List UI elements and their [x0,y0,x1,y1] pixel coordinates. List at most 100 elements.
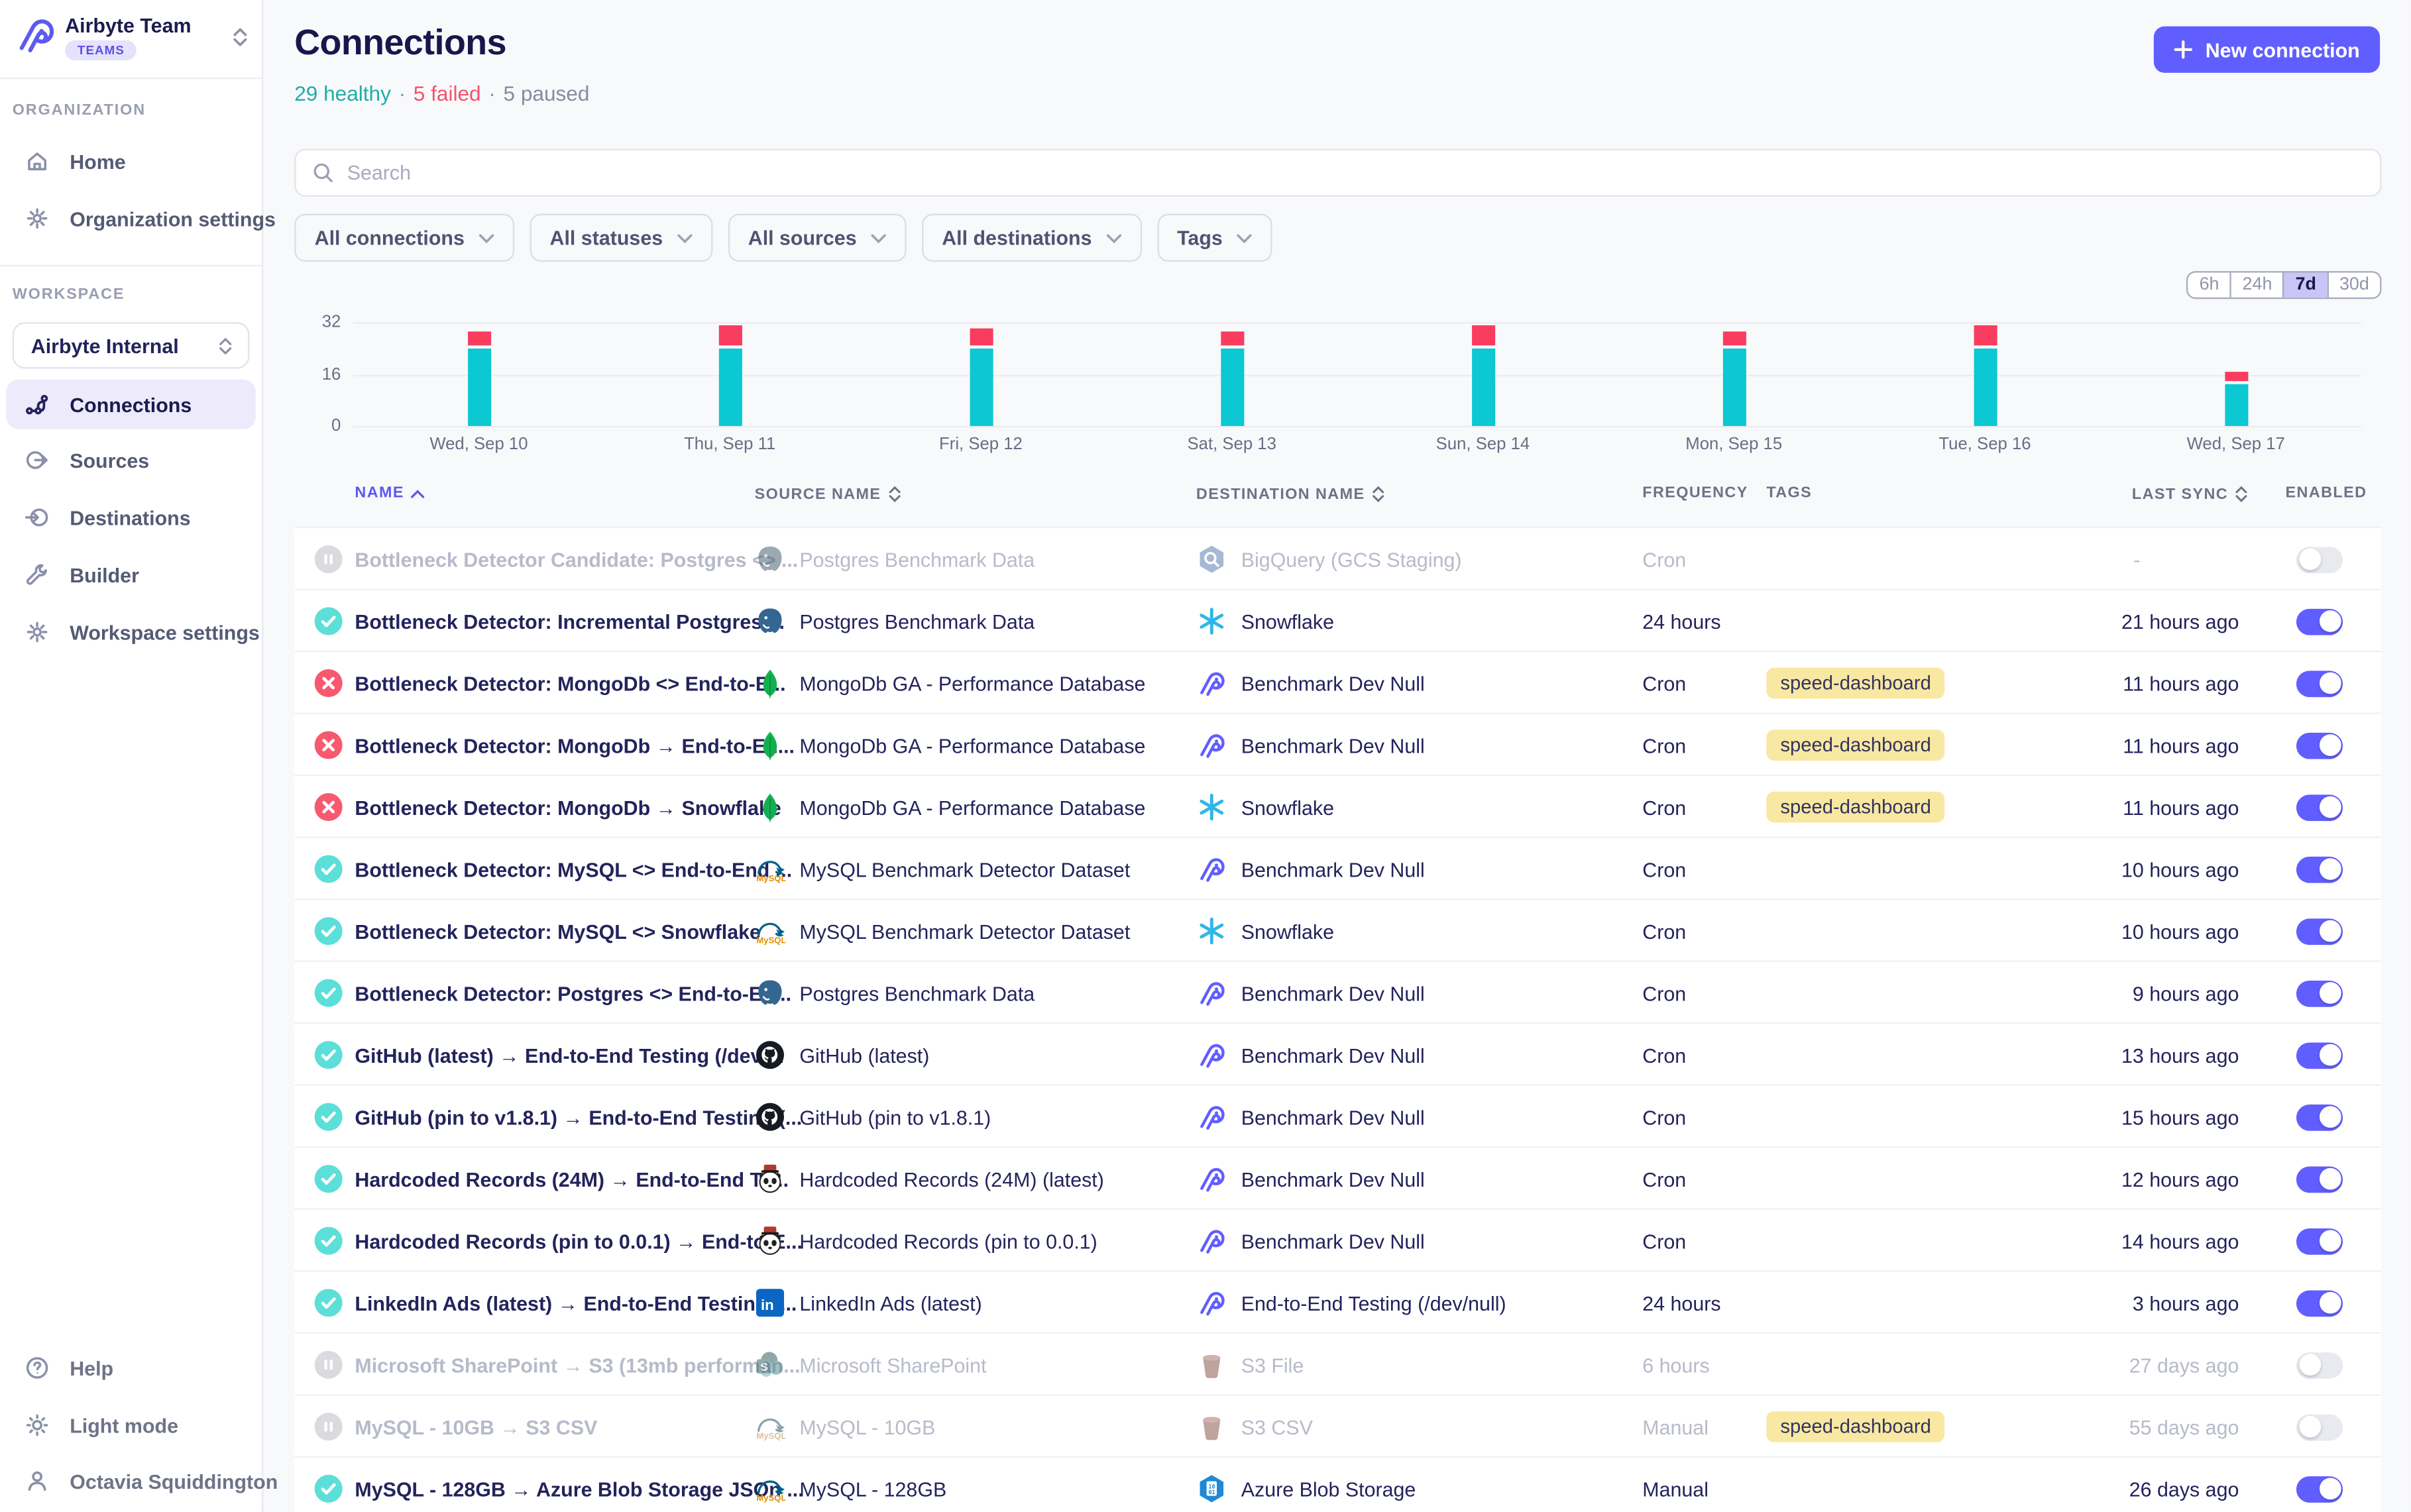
connection-name: LinkedIn Ads (latest) → End-to-End Testi… [355,1271,797,1334]
connection-name: Microsoft SharePoint → S3 (13mb performa… [355,1334,800,1396]
table-row[interactable]: GitHub (latest) → End-to-End Testing (/d… [294,1024,2381,1086]
status-success [315,979,343,1007]
enabled-toggle[interactable] [2296,1334,2343,1396]
y-axis-tick: 0 [294,417,341,435]
enabled-toggle[interactable] [2296,1024,2343,1086]
airbyte-icon [1196,714,1227,777]
destination-name: Benchmark Dev Null [1241,1024,1425,1086]
enabled-toggle[interactable] [2296,838,2343,900]
source-name: MySQL - 10GB [799,1396,935,1458]
destination-name: BigQuery (GCS Staging) [1241,528,1462,590]
frequency: 24 hours [1642,590,1720,653]
enabled-toggle[interactable] [2296,900,2343,962]
azure-icon: 1001 [1196,1458,1227,1512]
table-row[interactable]: MySQL - 10GB → S3 CSV MySQL MySQL - 10GB… [294,1396,2381,1458]
collapse-icon[interactable] [231,25,249,57]
column-header-source[interactable]: SOURCE NAME [755,485,901,504]
sidebar-item-workspace-settings[interactable]: Workspace settings [6,607,255,657]
svg-text:MySQL: MySQL [756,1493,785,1503]
table-row[interactable]: Bottleneck Detector: MongoDb <> End-to-E… [294,652,2381,714]
status-icon [315,962,343,1024]
bar-succeeded [467,348,490,425]
table-row[interactable]: Bottleneck Detector: Incremental Postgre… [294,590,2381,653]
filter-sources[interactable]: All sources [728,214,906,262]
new-connection-button[interactable]: New connection [2155,27,2381,73]
table-row[interactable]: Bottleneck Detector Candidate: Postgres … [294,528,2381,590]
filter-statuses[interactable]: All statuses [530,214,712,262]
team-name[interactable]: Airbyte Team [65,14,191,37]
table-row[interactable]: Hardcoded Records (24M) → End-to-End Te.… [294,1148,2381,1210]
airbyte-icon [1196,1086,1227,1148]
enabled-toggle[interactable] [2296,1086,2343,1148]
status-success [315,1289,343,1317]
sidebar-item-label: Light mode [70,1413,178,1436]
x-axis-label: Sat, Sep 13 [1147,435,1317,454]
sidebar-item-destinations[interactable]: Destinations [6,492,255,542]
status-success [315,1227,343,1255]
table-row[interactable]: Microsoft SharePoint → S3 (13mb performa… [294,1334,2381,1396]
sync-history-chart: 01632Wed, Sep 10Thu, Sep 11Fri, Sep 12Sa… [294,310,2381,457]
last-sync: 14 hours ago [2121,1210,2239,1272]
frequency: Cron [1642,900,1686,962]
sidebar-item-home[interactable]: Home [6,136,255,186]
sidebar-item-sources[interactable]: Sources [6,435,255,485]
sidebar-item-builder[interactable]: Builder [6,550,255,600]
range-option-6h[interactable]: 6h [2188,272,2230,297]
sidebar-item-light-mode[interactable]: Light mode [6,1401,255,1450]
enabled-toggle[interactable] [2296,528,2343,590]
table-header-row: NAME SOURCE NAME DESTINATION NAME FREQUE… [294,485,2381,516]
source-name: Hardcoded Records (pin to 0.0.1) [799,1210,1097,1272]
column-header-last-sync[interactable]: LAST SYNC [2132,485,2249,504]
column-header-destination[interactable]: DESTINATION NAME [1196,485,1385,504]
airbyte-icon [1196,1024,1227,1086]
sidebar-item-help[interactable]: Help [6,1343,255,1393]
connection-name: Bottleneck Detector: MongoDb <> End-to-E… [355,652,785,714]
enabled-toggle[interactable] [2296,962,2343,1024]
enabled-toggle[interactable] [2296,714,2343,777]
filter-connections[interactable]: All connections [294,214,514,262]
enabled-toggle[interactable] [2296,1271,2343,1334]
team-plan-badge: TEAMS [65,40,137,60]
table-row[interactable]: GitHub (pin to v1.8.1) → End-to-End Test… [294,1086,2381,1148]
connection-name: Bottleneck Detector: MySQL <> End-to-End… [355,838,792,900]
filter-destinations[interactable]: All destinations [922,214,1142,262]
snowflake-icon [1196,900,1227,962]
status-icon [315,1396,343,1458]
table-row[interactable]: MySQL - 128GB → Azure Blob Storage JSOn … [294,1458,2381,1512]
frequency: Cron [1642,652,1686,714]
table-row[interactable]: Bottleneck Detector: MySQL <> End-to-End… [294,838,2381,900]
filter-tags[interactable]: Tags [1157,214,1272,262]
table-row[interactable]: Bottleneck Detector: MySQL <> Snowflake … [294,900,2381,962]
enabled-toggle[interactable] [2296,1210,2343,1272]
frequency: Cron [1642,528,1686,590]
status-success [315,1475,343,1503]
table-row[interactable]: Bottleneck Detector: Postgres <> End-to-… [294,962,2381,1024]
sidebar-item-organization-settings[interactable]: Organization settings [6,193,255,243]
sidebar-item-connections[interactable]: Connections [6,380,255,429]
enabled-toggle[interactable] [2296,1148,2343,1210]
last-sync: 11 hours ago [2123,652,2239,714]
connections-icon [25,392,49,417]
x-axis-label: Wed, Sep 17 [2151,435,2321,454]
sort-icon [2234,485,2248,504]
table-row[interactable]: Hardcoded Records (pin to 0.0.1) → End-t… [294,1210,2381,1272]
column-header-name[interactable]: NAME [355,485,424,502]
enabled-toggle[interactable] [2296,776,2343,838]
enabled-toggle[interactable] [2296,652,2343,714]
mongodb-icon [755,776,786,838]
enabled-toggle[interactable] [2296,590,2343,653]
search-input[interactable] [347,161,2380,184]
divider [0,265,262,266]
enabled-toggle[interactable] [2296,1396,2343,1458]
table-row[interactable]: Bottleneck Detector: MongoDb → Snowflake… [294,776,2381,838]
table-row[interactable]: Bottleneck Detector: MongoDb → End-to-En… [294,714,2381,777]
table-row[interactable]: LinkedIn Ads (latest) → End-to-End Testi… [294,1271,2381,1334]
svg-text:in: in [761,1297,774,1313]
sidebar-item-user[interactable]: Octavia Squiddington [6,1456,255,1506]
workspace-selector[interactable]: Airbyte Internal [13,322,250,368]
enabled-toggle[interactable] [2296,1458,2343,1512]
range-option-24h[interactable]: 24h [2230,272,2283,297]
range-option-7d[interactable]: 7d [2283,272,2327,297]
connection-name: Bottleneck Detector: MySQL <> Snowflake [355,900,761,962]
range-option-30d[interactable]: 30d [2327,272,2380,297]
